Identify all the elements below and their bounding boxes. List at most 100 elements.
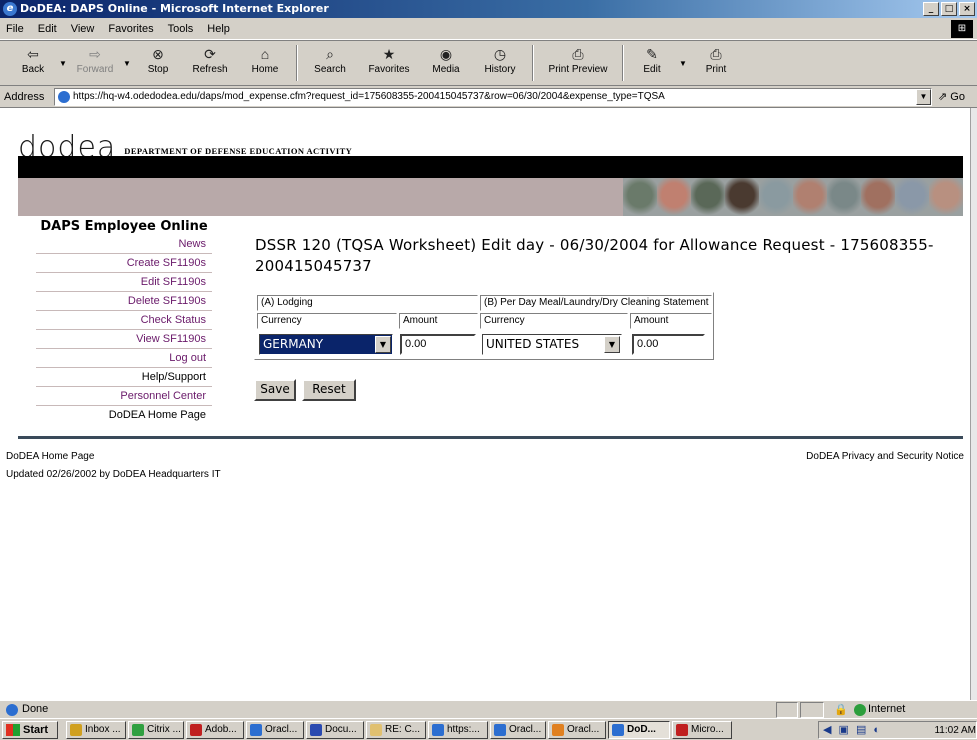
sidebar-item-personnel-center[interactable]: Personnel Center (36, 387, 212, 406)
taskbar-item[interactable]: Adob... (186, 721, 244, 739)
chevron-down-icon[interactable]: ▼ (604, 336, 620, 353)
reset-button[interactable]: Reset (302, 379, 356, 401)
taskbar-item[interactable]: Oracl... (246, 721, 304, 739)
internet-explorer-icon: e (3, 2, 17, 16)
print-preview-button[interactable]: ⎙ Print Preview (538, 41, 618, 85)
app-icon (494, 724, 506, 736)
print-button[interactable]: ⎙ Print (690, 41, 742, 85)
footer-updated-text: Updated 02/26/2002 by DoDEA Headquarters… (6, 469, 221, 480)
stop-button[interactable]: ⊗ Stop (134, 41, 182, 85)
printer-icon: ⎙ (710, 46, 722, 62)
address-input[interactable]: https://hq-w4.odedodea.edu/daps/mod_expe… (54, 88, 932, 106)
status-panel (800, 702, 824, 718)
go-button[interactable]: ⇗ Go (938, 90, 965, 103)
home-button[interactable]: ⌂ Home (238, 41, 292, 85)
forward-dropdown-icon[interactable]: ▼ (120, 41, 134, 68)
globe-icon (854, 704, 866, 716)
taskbar: Start Inbox ... Citrix ... Adob... Oracl...… (0, 718, 977, 740)
edit-dropdown-icon[interactable]: ▼ (676, 41, 690, 68)
page-content: dodea DEPARTMENT OF DEFENSE EDUCATION AC… (0, 108, 970, 700)
edit-icon: ✎ (646, 46, 658, 62)
back-dropdown-icon[interactable]: ▼ (56, 41, 70, 68)
lodging-amount-input[interactable]: 0.00 (400, 334, 476, 355)
footer-privacy-link[interactable]: DoDEA Privacy and Security Notice (806, 451, 964, 462)
menu-tools[interactable]: Tools (168, 23, 194, 35)
menu-view[interactable]: View (71, 23, 95, 35)
taskbar-item[interactable]: RE: C... (366, 721, 426, 739)
edit-button[interactable]: ✎ Edit (628, 41, 676, 85)
header-photo (827, 178, 861, 216)
vertical-scrollbar[interactable] (970, 108, 977, 700)
forward-button[interactable]: ⇨ Forward (70, 41, 120, 85)
sidebar-item-help-support[interactable]: Help/Support (36, 368, 212, 387)
sidebar-item-check-status[interactable]: Check Status (36, 311, 212, 330)
save-button[interactable]: Save (254, 379, 296, 401)
per-day-currency-select[interactable]: UNITED STATES ▼ (482, 334, 622, 355)
window-title-bar: e DoDEA: DAPS Online - Microsoft Interne… (0, 0, 977, 18)
lodging-header: (A) Lodging (257, 295, 478, 311)
taskbar-item-label: https:... (447, 724, 480, 735)
sidebar-item-create-sf1190s[interactable]: Create SF1190s (36, 254, 212, 273)
print-preview-icon: ⎙ (572, 46, 584, 62)
close-button[interactable]: × (959, 2, 975, 16)
sidebar-item-delete-sf1190s[interactable]: Delete SF1190s (36, 292, 212, 311)
sidebar-item-view-sf1190s[interactable]: View SF1190s (36, 330, 212, 349)
app-icon (552, 724, 564, 736)
maximize-button[interactable]: □ (941, 2, 957, 16)
toolbar-separator (296, 45, 298, 81)
history-button[interactable]: ◷ History (472, 41, 528, 85)
taskbar-item-label: Docu... (325, 724, 357, 735)
header-photo (725, 178, 759, 216)
refresh-button[interactable]: ⟳ Refresh (182, 41, 238, 85)
start-button[interactable]: Start (2, 721, 58, 739)
taskbar-item-label: Micro... (691, 724, 724, 735)
sidebar-title: DAPS Employee Online (40, 219, 208, 234)
lodging-currency-label: Currency (257, 313, 397, 329)
search-button[interactable]: ⌕ Search (302, 41, 358, 85)
status-text: Done (4, 702, 48, 717)
sidebar-item-dodea-home-page[interactable]: DoDEA Home Page (36, 406, 212, 425)
taskbar-item[interactable]: Micro... (672, 721, 732, 739)
taskbar-item[interactable]: Oracl... (490, 721, 546, 739)
address-dropdown-icon[interactable]: ▼ (916, 89, 931, 105)
favorites-icon: ★ (382, 46, 396, 62)
history-icon: ◷ (493, 46, 507, 62)
sidebar-item-log-out[interactable]: Log out (36, 349, 212, 368)
page-title: DSSR 120 (TQSA Worksheet) Edit day - 06/… (255, 236, 934, 275)
taskbar-item-label: RE: C... (385, 724, 421, 735)
favorites-button[interactable]: ★ Favorites (358, 41, 420, 85)
taskbar-item[interactable]: Inbox ... (66, 721, 126, 739)
minimize-button[interactable]: _ (923, 2, 939, 16)
chevron-down-icon[interactable]: ▼ (375, 336, 391, 353)
lodging-amount-label: Amount (399, 313, 478, 329)
standard-toolbar: ⇦ Back ▼ ⇨ Forward ▼ ⊗ Stop ⟳ Refresh ⌂ … (0, 40, 977, 86)
menu-favorites[interactable]: Favorites (108, 23, 153, 35)
taskbar-item[interactable]: https:... (428, 721, 488, 739)
sidebar-item-news[interactable]: News (36, 235, 212, 254)
menu-edit[interactable]: Edit (38, 23, 57, 35)
taskbar-item-label: DoD... (627, 724, 656, 735)
footer-divider (18, 436, 963, 439)
address-bar: Address https://hq-w4.odedodea.edu/daps/… (0, 86, 977, 108)
header-photo (623, 178, 657, 216)
media-button[interactable]: ◉ Media (420, 41, 472, 85)
stop-icon: ⊗ (152, 46, 164, 62)
page-icon (58, 91, 70, 103)
footer-home-link[interactable]: DoDEA Home Page (6, 451, 94, 462)
app-icon (432, 724, 444, 736)
taskbar-item-label: Inbox ... (85, 724, 121, 735)
refresh-icon: ⟳ (204, 46, 216, 62)
taskbar-item[interactable]: Oracl... (548, 721, 606, 739)
menu-help[interactable]: Help (207, 23, 230, 35)
per-day-amount-input[interactable]: 0.00 (632, 334, 705, 355)
status-panel (776, 702, 798, 718)
taskbar-item[interactable]: DoD... (608, 721, 670, 739)
taskbar-item[interactable]: Citrix ... (128, 721, 184, 739)
sidebar-nav: DAPS Employee Online News Create SF1190s… (36, 218, 212, 425)
sidebar-item-edit-sf1190s[interactable]: Edit SF1190s (36, 273, 212, 292)
menu-file[interactable]: File (6, 23, 24, 35)
lodging-currency-select[interactable]: GERMANY ▼ (259, 334, 393, 355)
taskbar-item[interactable]: Docu... (306, 721, 364, 739)
tray-icons[interactable]: ◀ ▣ ▤ ◐ (823, 723, 882, 736)
back-button[interactable]: ⇦ Back (10, 41, 56, 85)
